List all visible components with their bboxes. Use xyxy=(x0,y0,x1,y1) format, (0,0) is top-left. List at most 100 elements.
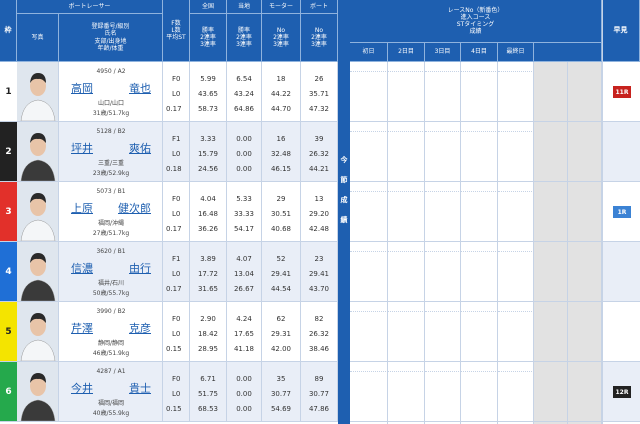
zenkoku-3ren: 31.65 xyxy=(197,285,219,293)
grid-subline xyxy=(350,126,388,132)
racer-info: 5128 / B2 坪井 爽佑 三重/三重 23歳/52.9kg xyxy=(59,122,163,181)
grid-subline xyxy=(498,66,534,72)
konsetsu-char: 節 xyxy=(340,176,348,184)
day-label: 3日目 xyxy=(434,48,451,56)
tochi-3ren: 64.86 xyxy=(233,105,255,113)
tochi-cell: 5.33 33.33 54.17 xyxy=(227,182,262,241)
motor-2ren: 29.31 xyxy=(270,330,292,338)
grid-subline xyxy=(425,66,461,72)
header-day-2: 2日目 xyxy=(388,43,425,62)
avg-st: 0.17 xyxy=(166,285,182,293)
grid-subline xyxy=(350,366,388,372)
grid-subline xyxy=(388,366,425,372)
zenkoku-cell: 2.90 18.42 28.95 xyxy=(190,302,227,361)
header-rate-line: 3連率 xyxy=(236,41,252,49)
l-count: L0 xyxy=(172,90,181,98)
zenkoku-2ren: 16.48 xyxy=(197,210,219,218)
motor-2ren: 32.48 xyxy=(270,150,292,158)
motor-no: 62 xyxy=(276,315,286,323)
grid-subline xyxy=(350,306,388,312)
konsetsu-char: 績 xyxy=(340,216,348,224)
motor-2ren: 29.41 xyxy=(270,270,292,278)
racer-registration: 3990 / B2 xyxy=(96,308,126,315)
motor-3ren: 40.68 xyxy=(270,225,292,233)
boat-no: 39 xyxy=(314,135,324,143)
racer-name-link[interactable]: 上原 健次郎 xyxy=(71,200,151,216)
grid-subline xyxy=(461,186,498,192)
motor-no: 52 xyxy=(276,255,286,263)
day-label: 最終日 xyxy=(506,48,525,56)
boat-3ren: 44.21 xyxy=(308,165,330,173)
zenkoku-3ren: 68.53 xyxy=(197,405,219,413)
header-tochi: 当地 xyxy=(227,0,262,14)
header-motor-line: 3連率 xyxy=(273,41,289,49)
motor-3ren: 44.70 xyxy=(270,105,292,113)
grid-subline xyxy=(425,186,461,192)
grid-subline xyxy=(461,126,498,132)
waku-number: 2 xyxy=(0,122,17,181)
zenkoku-cell: 6.71 51.75 68.53 xyxy=(190,362,227,421)
racer-age-weight: 27歳/51.7kg xyxy=(92,230,130,237)
motor-2ren: 30.51 xyxy=(270,210,292,218)
racer-name-link[interactable]: 信濃 由行 xyxy=(71,260,151,276)
waku-number: 1 xyxy=(0,62,17,121)
l-count: L0 xyxy=(172,210,181,218)
racer-table-app: ボートレーサー 枠 写真 登録番号/級別 氏名 支部/出身地 年齢/体重 F数 … xyxy=(0,0,640,424)
hayami-race-badge[interactable]: 1R xyxy=(613,206,631,218)
racer-given-name: 克彦 xyxy=(129,322,151,335)
boat-cell: 26 35.71 47.32 xyxy=(301,62,338,121)
grid-subline xyxy=(425,306,461,312)
fl-st-cell: F0 L0 0.17 xyxy=(163,62,190,121)
header-day-1: 初日 xyxy=(350,43,388,62)
boat-2ren: 35.71 xyxy=(308,90,330,98)
avg-st: 0.15 xyxy=(166,405,182,413)
racer-name-link[interactable]: 今井 貴士 xyxy=(71,380,151,396)
racer-name-link[interactable]: 坪井 爽佑 xyxy=(71,140,151,156)
hayami-race-badge[interactable]: 12R xyxy=(613,386,631,398)
header-motor-line: No xyxy=(276,26,286,34)
avg-st: 0.15 xyxy=(166,345,182,353)
f-count: F1 xyxy=(172,135,181,143)
racer-registration: 4287 / A1 xyxy=(96,368,126,375)
waku-number: 4 xyxy=(0,242,17,301)
racer-photo xyxy=(17,182,59,241)
tochi-win-rate: 6.54 xyxy=(236,75,252,83)
hayami-cell xyxy=(603,122,640,182)
racer-name-link[interactable]: 高岡 竜也 xyxy=(71,80,151,96)
header-tochi-sub: 勝率 2連率 3連率 xyxy=(227,14,262,62)
motor-no: 18 xyxy=(276,75,286,83)
racer-given-name: 貴士 xyxy=(129,382,151,395)
boat-cell: 82 26.32 38.46 xyxy=(301,302,338,361)
motor-3ren: 54.69 xyxy=(270,405,292,413)
grid-row xyxy=(350,302,602,362)
boat-3ren: 47.32 xyxy=(308,105,330,113)
racer-photo xyxy=(17,122,59,181)
grid-subline xyxy=(461,306,498,312)
racer-age-weight: 46歳/51.9kg xyxy=(92,350,130,357)
tochi-cell: 0.00 0.00 0.00 xyxy=(227,362,262,421)
konsetsu-char: 成 xyxy=(340,196,348,204)
l-count: L0 xyxy=(172,330,181,338)
zenkoku-3ren: 24.56 xyxy=(197,165,219,173)
motor-cell: 35 30.77 54.69 xyxy=(262,362,301,421)
grid-subline xyxy=(388,186,425,192)
racer-given-name: 爽佑 xyxy=(129,142,151,155)
racer-registration: 5073 / B1 xyxy=(96,188,126,195)
zenkoku-2ren: 15.79 xyxy=(197,150,219,158)
boat-2ren: 30.77 xyxy=(308,390,330,398)
fl-st-cell: F0 L0 0.17 xyxy=(163,182,190,241)
zenkoku-2ren: 43.65 xyxy=(197,90,219,98)
racer-name-link[interactable]: 芹澤 克彦 xyxy=(71,320,151,336)
tochi-3ren: 0.00 xyxy=(236,165,252,173)
motor-2ren: 30.77 xyxy=(270,390,292,398)
boat-no: 23 xyxy=(314,255,324,263)
hayami-race-badge[interactable]: 11R xyxy=(613,86,631,98)
hayami-cell xyxy=(603,242,640,302)
waku-number: 5 xyxy=(0,302,17,361)
header-registration: 登録番号/級別 氏名 支部/出身地 年齢/体重 xyxy=(59,14,163,62)
l-count: L0 xyxy=(172,150,181,158)
motor-no: 16 xyxy=(276,135,286,143)
boat-cell: 39 26.32 44.21 xyxy=(301,122,338,181)
grid-subline xyxy=(498,366,534,372)
tochi-3ren: 26.67 xyxy=(233,285,255,293)
